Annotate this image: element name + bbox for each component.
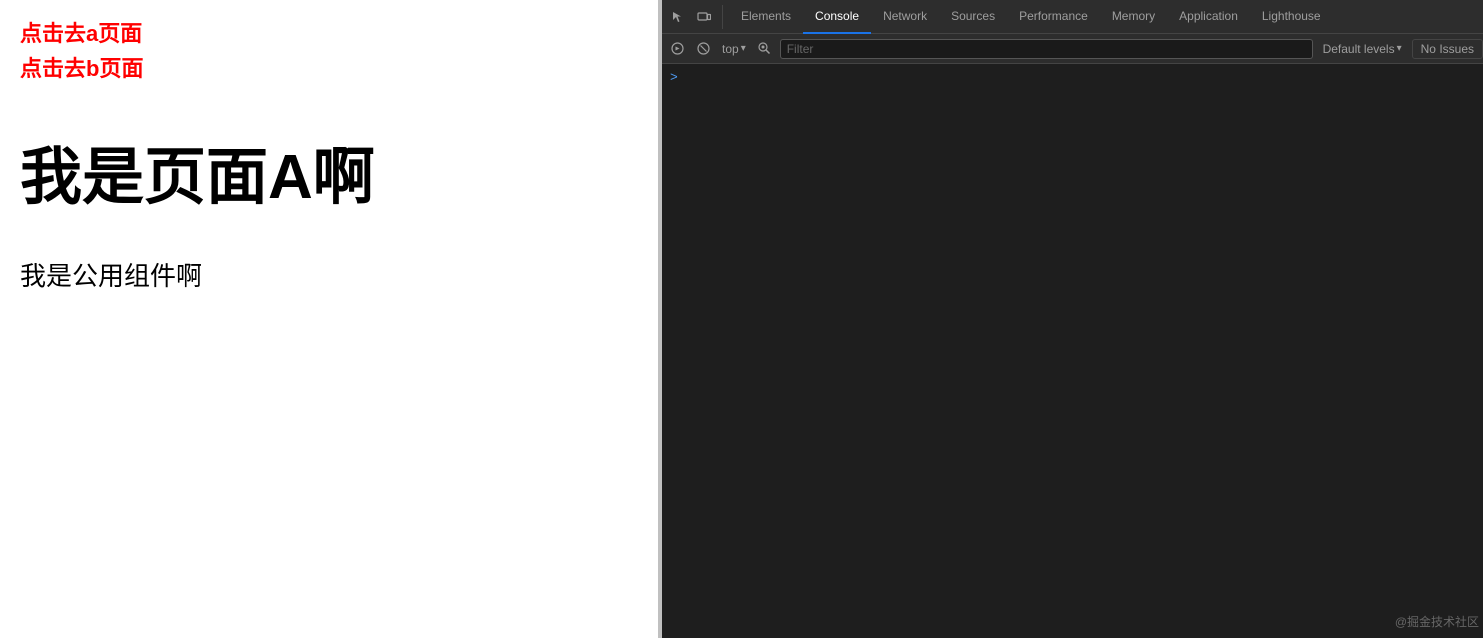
console-output-area: > @掘金技术社区	[662, 64, 1483, 638]
tab-network[interactable]: Network	[871, 0, 939, 34]
watermark: @掘金技术社区	[1395, 613, 1479, 630]
inspect-cursor-icon[interactable]	[666, 5, 690, 29]
tab-console[interactable]: Console	[803, 0, 871, 34]
clear-console-icon[interactable]	[692, 38, 714, 60]
nav-links: 点击去a页面 点击去b页面	[20, 16, 638, 86]
nav-link-b[interactable]: 点击去b页面	[20, 51, 638, 86]
frame-selector-label: top	[722, 42, 739, 56]
tab-memory[interactable]: Memory	[1100, 0, 1167, 34]
console-prompt-line: >	[662, 68, 1483, 87]
frame-selector-arrow: ▾	[741, 43, 746, 54]
default-levels-dropdown[interactable]: Default levels ▾	[1317, 42, 1408, 56]
shared-component-text: 我是公用组件啊	[20, 256, 638, 293]
devtools-tab-bar: Elements Console Network Sources Perform…	[662, 0, 1483, 34]
default-levels-arrow: ▾	[1397, 43, 1402, 54]
tab-application[interactable]: Application	[1167, 0, 1250, 34]
tab-performance[interactable]: Performance	[1007, 0, 1100, 34]
tab-lighthouse[interactable]: Lighthouse	[1250, 0, 1333, 34]
execute-script-icon[interactable]	[666, 38, 688, 60]
page-title: 我是页面A啊	[20, 126, 638, 216]
tab-sources[interactable]: Sources	[939, 0, 1007, 34]
page-content: 点击去a页面 点击去b页面 我是页面A啊 我是公用组件啊	[0, 0, 658, 638]
device-toggle-icon[interactable]	[692, 5, 716, 29]
console-filter-input[interactable]	[780, 39, 1313, 59]
devtools-tabs: Elements Console Network Sources Perform…	[729, 0, 1333, 34]
default-levels-label: Default levels	[1323, 42, 1395, 56]
live-expressions-icon[interactable]	[754, 38, 776, 60]
no-issues-button[interactable]: No Issues	[1412, 39, 1483, 59]
console-chevron-icon: >	[670, 70, 678, 85]
nav-link-a[interactable]: 点击去a页面	[20, 16, 638, 51]
devtools-left-icons	[666, 5, 723, 29]
devtools-panel: Elements Console Network Sources Perform…	[662, 0, 1483, 638]
frame-selector[interactable]: top ▾	[718, 42, 750, 56]
tab-elements[interactable]: Elements	[729, 0, 803, 34]
no-issues-label: No Issues	[1421, 42, 1474, 56]
console-toolbar: top ▾ Default levels ▾ No Issues	[662, 34, 1483, 64]
